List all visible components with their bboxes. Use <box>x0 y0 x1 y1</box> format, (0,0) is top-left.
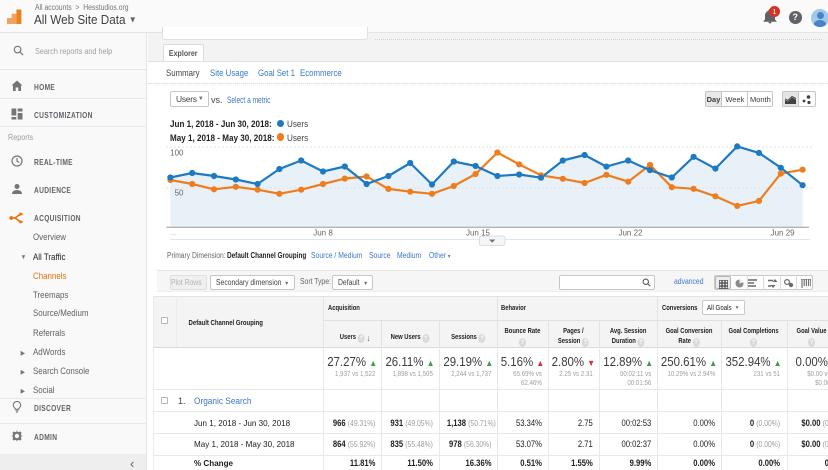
svg-text:100: 100 <box>170 149 184 158</box>
svg-text:Jun 8: Jun 8 <box>313 229 333 238</box>
svg-text:...: ... <box>170 230 176 237</box>
svg-text:Jun 29: Jun 29 <box>771 229 796 238</box>
svg-text:Jun 22: Jun 22 <box>618 229 643 238</box>
svg-text:50: 50 <box>175 189 184 198</box>
